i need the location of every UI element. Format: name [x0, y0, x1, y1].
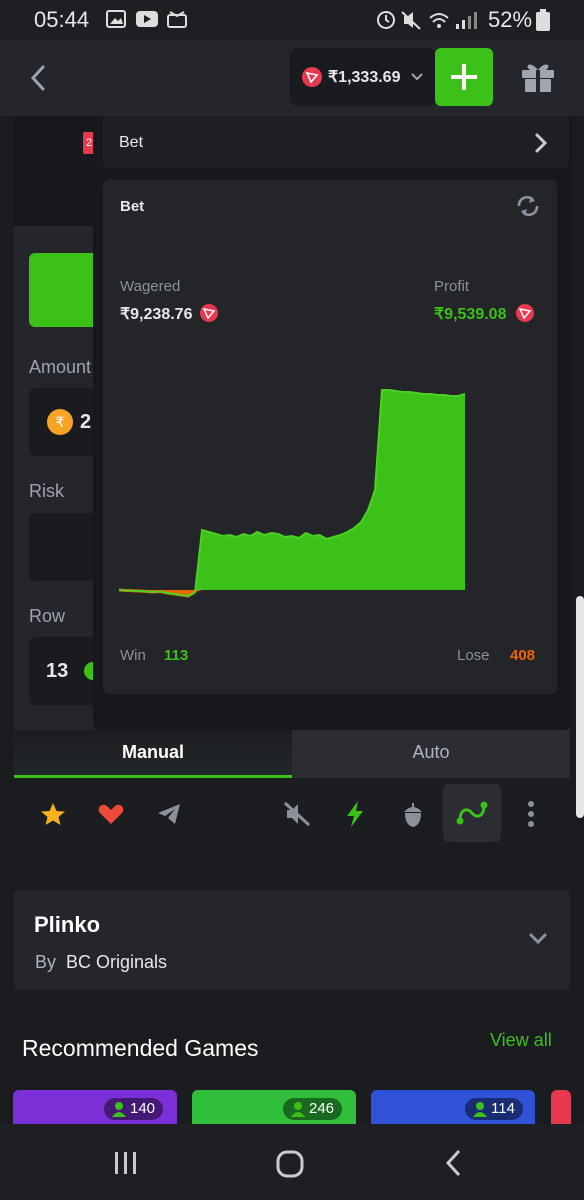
win-count: 113: [164, 647, 189, 664]
sound-off-icon[interactable]: [275, 792, 319, 836]
plus-icon: [451, 64, 477, 90]
player-count: 246: [309, 1100, 335, 1117]
game-info-panel[interactable]: Plinko By BC Originals: [14, 890, 570, 990]
system-nav-bar: [0, 1124, 584, 1200]
bet-dropdown-label: Bet: [119, 134, 144, 151]
recent-apps-icon[interactable]: [112, 1150, 140, 1176]
tab-manual[interactable]: Manual: [14, 730, 292, 778]
system-status-icons: [377, 11, 477, 30]
page-scrollbar[interactable]: [576, 596, 584, 818]
game-provider[interactable]: BC Originals: [66, 952, 167, 973]
recommended-title: Recommended Games: [22, 1035, 259, 1061]
game-thumbnail[interactable]: [551, 1090, 571, 1124]
battery-icon: [536, 9, 550, 31]
tab-auto[interactable]: Auto: [292, 730, 570, 778]
tab-auto-label: Auto: [412, 742, 450, 762]
player-count: 114: [491, 1100, 515, 1117]
home-icon[interactable]: [276, 1150, 304, 1178]
card-title: Bet: [120, 198, 145, 215]
tron-coin-icon: [200, 304, 218, 322]
trend-icon: [456, 801, 488, 825]
stats-toggle-button[interactable]: [443, 784, 501, 842]
profit-chart: [119, 389, 465, 598]
row-value: 13: [46, 660, 69, 682]
battery-percent: 52%: [488, 7, 533, 32]
player-count-badge: 140: [104, 1098, 164, 1120]
profit-area: [119, 390, 465, 590]
gift-icon[interactable]: [520, 58, 556, 94]
wagered-label: Wagered: [120, 278, 181, 295]
amount-label: Amount: [29, 357, 92, 377]
lose-count: 408: [510, 647, 536, 664]
more-icon[interactable]: [509, 792, 553, 836]
tab-manual-label: Manual: [121, 742, 184, 762]
bet-stats-card: Bet Wagered ₹9,238.76 Profit ₹9,539.08 W…: [103, 180, 557, 694]
heart-icon[interactable]: [89, 792, 133, 836]
balance-amount: ₹1,333.69: [328, 69, 401, 86]
status-bar: 05:44 52%: [0, 0, 584, 40]
rupee-coin-icon: ₹: [47, 409, 73, 435]
tron-coin-icon: [302, 67, 322, 87]
svg-text:₹: ₹: [56, 415, 65, 431]
profit-value: ₹9,539.08: [434, 306, 507, 323]
profit-label: Profit: [434, 278, 470, 295]
game-title: Plinko: [34, 912, 101, 937]
deposit-button[interactable]: [435, 48, 493, 106]
player-count: 140: [130, 1100, 156, 1117]
player-count-badge: 246: [283, 1098, 343, 1120]
bet-dropdown-row[interactable]: Bet: [103, 116, 569, 168]
chevron-down-icon[interactable]: [526, 930, 550, 946]
back-arrow-icon[interactable]: [28, 64, 48, 92]
chevron-right-icon: [535, 133, 548, 153]
acorn-icon[interactable]: [391, 792, 435, 836]
notification-icons: [106, 10, 187, 28]
row-label: Row: [29, 606, 66, 626]
wagered-value: ₹9,238.76: [120, 306, 193, 323]
lightning-icon[interactable]: [333, 792, 377, 836]
chevron-down-icon: [411, 73, 423, 81]
by-label: By: [35, 952, 57, 972]
amount-value: 2: [80, 411, 92, 433]
status-time: 05:44: [34, 7, 90, 32]
user-icon: [112, 1102, 126, 1117]
lose-label: Lose: [457, 647, 490, 664]
player-count-badge: 114: [465, 1098, 523, 1120]
view-all-link[interactable]: View all: [490, 1030, 552, 1051]
refresh-icon[interactable]: [515, 194, 541, 218]
back-nav-icon[interactable]: [442, 1148, 464, 1178]
tron-coin-icon: [516, 304, 534, 322]
win-label: Win: [120, 647, 146, 664]
telegram-icon[interactable]: [147, 792, 191, 836]
user-icon: [473, 1102, 487, 1117]
star-icon[interactable]: [31, 792, 75, 836]
risk-label: Risk: [29, 481, 64, 501]
user-icon: [291, 1102, 305, 1117]
